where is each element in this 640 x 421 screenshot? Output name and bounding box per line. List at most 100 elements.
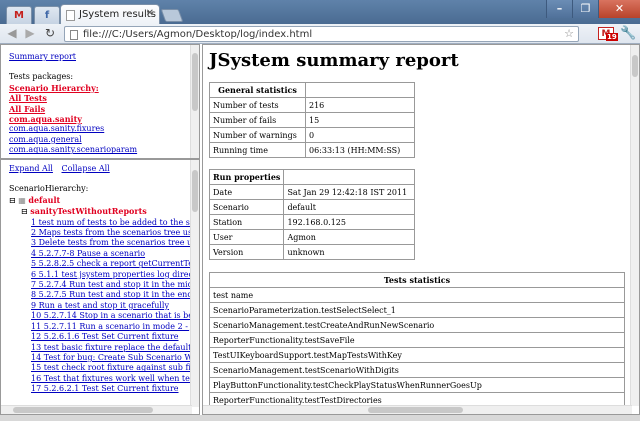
nav-toolbar: ◀ ▶ ↻ file:///C:/Users/Agmon/Desktop/log… <box>0 24 640 44</box>
test-link[interactable]: 11 5.2.7.11 Run a scenario in mode 2 - J… <box>31 322 199 332</box>
table-row: Number of warnings 0 <box>209 127 415 143</box>
package-link[interactable]: com.aqua.sanity <box>9 114 191 124</box>
test-name-cell: PlayButtonFunctionality.testCheckPlaySta… <box>209 377 625 393</box>
test-name-cell: ScenarioManagement.testScenarioWithDigit… <box>209 362 625 378</box>
tree-root-node[interactable]: ⊟ ▦ default <box>9 195 191 206</box>
test-link[interactable]: 8 5.2.7.5 Run test and stop it in the en… <box>31 290 199 300</box>
collapse-toggle-icon[interactable]: ⊟ <box>9 196 16 205</box>
horizontal-scrollbar[interactable] <box>203 405 632 414</box>
test-link[interactable]: 7 5.2.7.4 Run test and stop it in the mi… <box>31 280 199 290</box>
reload-button[interactable]: ↻ <box>42 26 58 42</box>
table-row: Date Sat Jan 29 12:42:18 IST 2011 <box>208 184 415 200</box>
test-link[interactable]: 16 Test that fixtures work well when tes… <box>31 374 199 384</box>
tab-title: JSystem results <box>79 9 156 20</box>
test-link[interactable]: 1 test num of tests to be added to the s… <box>31 218 199 228</box>
test-link[interactable]: 17 5.2.6.2.1 Test Set Current fixture <box>31 384 191 394</box>
table-header: General statistics <box>209 82 306 98</box>
bookmark-star-icon[interactable]: ☆ <box>564 27 574 40</box>
test-link[interactable]: 12 5.2.6.1.6 Test Set Current fixture <box>31 332 191 342</box>
vertical-scrollbar[interactable] <box>190 45 199 158</box>
tab-jsystem-results[interactable]: JSystem results ✕ <box>60 4 160 24</box>
scenario-hierarchy-link[interactable]: Scenario Hierarchy: <box>9 83 191 93</box>
back-button[interactable]: ◀ <box>4 26 20 42</box>
table-row: test name <box>209 287 625 303</box>
tree-node-label: default <box>28 194 61 205</box>
facebook-icon: f <box>44 10 50 21</box>
page-icon <box>70 30 78 40</box>
tab-strip: M f JSystem results ✕ – ❐ ✕ <box>0 0 640 24</box>
package-link[interactable]: com.aqua.general <box>9 135 191 145</box>
forward-button[interactable]: ▶ <box>22 26 38 42</box>
collapse-toggle-icon[interactable]: ⊟ <box>21 207 28 216</box>
test-link[interactable]: 5 5.2.8.2.5 check a report getCurrentTes… <box>31 259 199 269</box>
expand-all-link[interactable]: Expand All <box>9 164 53 173</box>
wrench-menu-icon[interactable]: 🔧 <box>620 26 636 41</box>
page-title: JSystem summary report <box>209 50 459 71</box>
table-header: Run properties <box>208 169 285 185</box>
test-name-cell: ScenarioParameterization.testSelectSelec… <box>209 302 625 318</box>
forward-arrow-icon: ▶ <box>25 26 35 40</box>
table-row: ReporterFunctionality.testSaveFile <box>209 332 625 348</box>
test-link[interactable]: 3 Delete tests from the scenarios tree u… <box>31 238 199 248</box>
all-tests-link[interactable]: All Tests <box>9 93 191 103</box>
address-bar[interactable]: file:///C:/Users/Agmon/Desktop/log/index… <box>64 26 579 42</box>
summary-frame: JSystem summary report General statistic… <box>202 44 640 415</box>
package-link[interactable]: com.aqua.sanity.fixures <box>9 124 191 134</box>
maximize-button[interactable]: ❐ <box>572 0 598 18</box>
url-text: file:///C:/Users/Agmon/Desktop/log/index… <box>83 29 313 40</box>
table-header: Tests statistics <box>209 272 625 288</box>
packages-label: Tests packages: <box>9 72 74 82</box>
all-fails-link[interactable]: All Fails <box>9 104 191 114</box>
test-name-cell: ScenarioManagement.testCreateAndRunNewSc… <box>209 317 625 333</box>
back-arrow-icon: ◀ <box>7 26 17 40</box>
tab-gmail[interactable]: M <box>6 6 32 24</box>
test-link[interactable]: 15 test check root fixture against sub f… <box>31 363 199 373</box>
reload-icon: ↻ <box>44 26 56 40</box>
browser-chrome: M f JSystem results ✕ – ❐ ✕ ◀ ▶ ↻ file:/… <box>0 0 640 44</box>
column-header: test name <box>209 287 625 303</box>
table-row: Running time 06:33:13 (HH:MM:SS) <box>209 142 415 158</box>
tree-node-label: sanityTestWithoutReports <box>30 206 147 217</box>
scenario-icon: ▦ <box>18 195 26 205</box>
hierarchy-label: ScenarioHierarchy: <box>9 184 89 194</box>
tab-facebook[interactable]: f <box>34 6 60 24</box>
bottom-edge <box>0 415 640 421</box>
test-name-cell: ReporterFunctionality.testSaveFile <box>209 332 625 348</box>
table-row: Number of tests 216 <box>209 97 415 113</box>
page-icon <box>66 10 75 21</box>
table-row: Number of fails 15 <box>209 112 415 128</box>
test-link[interactable]: 6 5.1.1 test jsystem properties log dire… <box>31 270 199 280</box>
table-row: ScenarioManagement.testScenarioWithDigit… <box>209 362 625 378</box>
test-name-cell: TestUIKeyboardSupport.testMapTestsWithKe… <box>209 347 625 363</box>
hierarchy-frame: Expand All Collapse All ScenarioHierarch… <box>0 159 200 415</box>
package-link[interactable]: com.aqua.sanity.scenarioparam <box>9 145 191 155</box>
table-row: ScenarioParameterization.testSelectSelec… <box>209 302 625 318</box>
run-properties-table: Run properties Date Sat Jan 29 12:42:18 I… <box>208 169 415 260</box>
table-row: Scenario default <box>208 199 415 215</box>
close-window-button[interactable]: ✕ <box>598 0 640 18</box>
gmail-icon: M <box>14 10 24 21</box>
tab-close-icon[interactable]: ✕ <box>146 8 154 19</box>
table-row: PlayButtonFunctionality.testCheckPlaySta… <box>209 377 625 393</box>
test-link[interactable]: 4 5.2.7.7-8 Pause a scenario <box>31 249 191 259</box>
horizontal-scrollbar[interactable] <box>1 405 192 414</box>
window-controls: – ❐ ✕ <box>546 0 640 18</box>
test-link[interactable]: 14 Test for bug: Create Sub Scenario Wit… <box>31 353 199 363</box>
tree-child-node[interactable]: ⊟ sanityTestWithoutReports <box>9 206 191 217</box>
gmail-unread-badge: 19 <box>606 33 618 41</box>
minimize-button[interactable]: – <box>546 0 572 18</box>
vertical-scrollbar[interactable] <box>190 160 199 407</box>
table-row: Version unknown <box>208 244 415 260</box>
test-link[interactable]: 13 test basic fixture replace the defaul… <box>31 343 199 353</box>
table-row: TestUIKeyboardSupport.testMapTestsWithKe… <box>209 347 625 363</box>
test-link[interactable]: 2 Maps tests from the scenarios tree usi… <box>31 228 199 238</box>
test-link[interactable]: 9 Run a test and stop it gracefully <box>31 301 191 311</box>
vertical-scrollbar[interactable] <box>630 45 639 406</box>
table-row: User Agmon <box>208 229 415 245</box>
collapse-all-link[interactable]: Collapse All <box>62 164 110 173</box>
test-link[interactable]: 10 5.2.7.14 Stop in a scenario that is b… <box>31 311 199 321</box>
packages-frame: Summary report Tests packages: Scenario … <box>0 44 200 159</box>
new-tab-button[interactable] <box>160 9 184 22</box>
summary-report-link[interactable]: Summary report <box>9 52 191 62</box>
table-row: Station 192.168.0.125 <box>208 214 415 230</box>
